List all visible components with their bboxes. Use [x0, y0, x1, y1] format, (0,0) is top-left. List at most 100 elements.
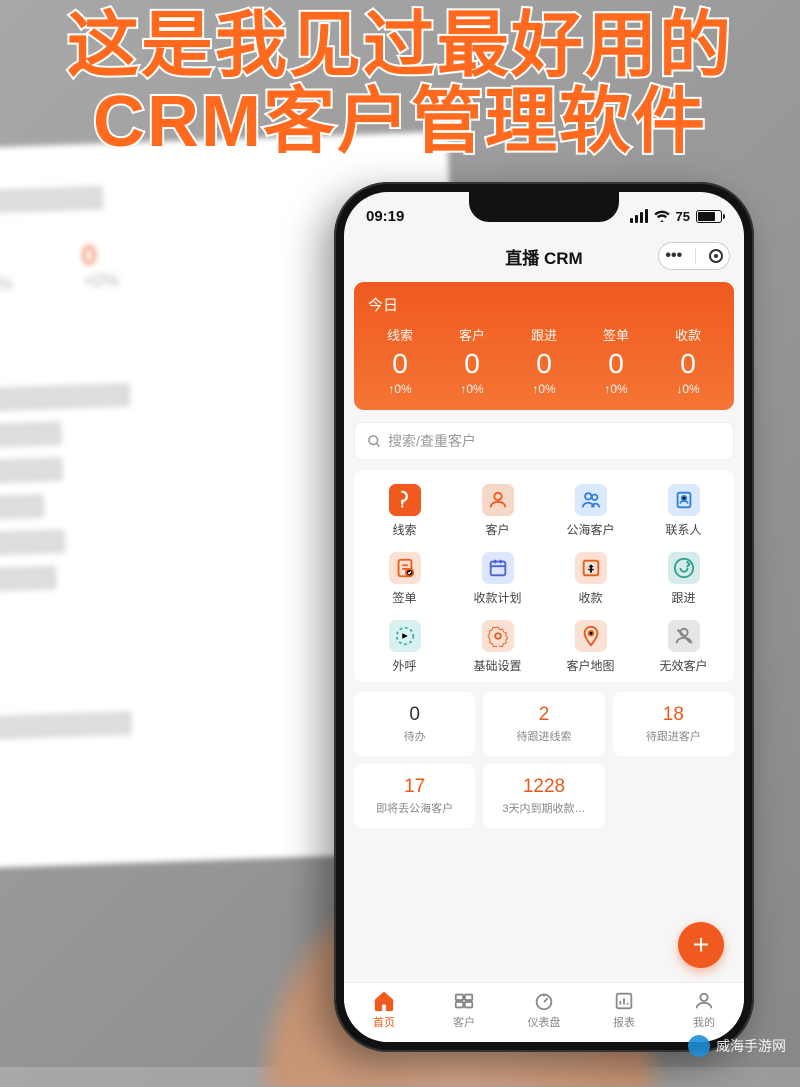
public-pool-icon — [575, 484, 607, 516]
card-4[interactable]: 1228 3天内到期收款… — [483, 764, 604, 828]
search-input[interactable]: 搜索/查重客户 — [354, 422, 734, 460]
settings-icon — [482, 620, 514, 652]
app-label: 线索 — [392, 521, 416, 538]
payment-plan-icon — [482, 552, 514, 584]
metric-label: 跟进 — [508, 325, 580, 344]
app-public-pool[interactable]: 公海客户 — [544, 484, 637, 538]
outbound-icon — [389, 620, 421, 652]
app-label: 客户 — [485, 521, 509, 538]
app-followups[interactable]: 跟进 — [637, 552, 730, 606]
app-label: 公海客户 — [566, 521, 614, 538]
card-value: 0 — [409, 704, 420, 726]
tab-label: 我的 — [693, 1014, 715, 1030]
metric-delta: ↑0% — [508, 382, 580, 396]
app-invalid[interactable]: 无效客户 — [637, 620, 730, 674]
overlay-headline: 这是我见过最好用的 CRM客户管理软件 — [0, 8, 800, 161]
search-placeholder: 搜索/查重客户 — [388, 431, 476, 451]
metric-value: 0 — [508, 348, 580, 380]
title-bar: 直播 CRM ••• — [344, 236, 744, 276]
tab-home[interactable]: 首页 — [344, 983, 424, 1036]
app-label: 客户地图 — [566, 657, 614, 674]
app-label: 基础设置 — [473, 657, 521, 674]
invalid-icon — [668, 620, 700, 652]
app-customers[interactable]: 客户 — [451, 484, 544, 538]
app-leads[interactable]: 线索 — [358, 484, 451, 538]
metric-delta: ↓0% — [652, 382, 724, 396]
metric-value: 0 — [652, 348, 724, 380]
tab-bar: 首页 客户 仪表盘 报表 我的 — [344, 982, 744, 1042]
app-settings[interactable]: 基础设置 — [451, 620, 544, 674]
close-icon[interactable] — [709, 249, 723, 263]
tab-label: 仪表盘 — [528, 1014, 561, 1030]
reports-icon — [613, 990, 635, 1012]
watermark-text: 威海手游网 — [716, 1036, 786, 1056]
card-label: 3天内到期收款… — [502, 800, 585, 816]
metric-label: 客户 — [436, 325, 508, 344]
metric-1[interactable]: 客户 0 ↑0% — [436, 325, 508, 396]
battery-pct: 75 — [676, 209, 690, 224]
metric-delta: ↑0% — [580, 382, 652, 396]
metric-4[interactable]: 收款 0 ↓0% — [652, 325, 724, 396]
miniprogram-capsule[interactable]: ••• — [658, 242, 730, 270]
metric-3[interactable]: 签单 0 ↑0% — [580, 325, 652, 396]
tab-label: 报表 — [613, 1014, 635, 1030]
notch — [469, 192, 619, 222]
me-icon — [693, 990, 715, 1012]
card-value: 1228 — [523, 776, 565, 798]
watermark: 威海手游网 — [688, 1035, 786, 1057]
metric-2[interactable]: 跟进 0 ↑0% — [508, 325, 580, 396]
tab-label: 首页 — [373, 1014, 395, 1030]
app-payment-plan[interactable]: 收款计划 — [451, 552, 544, 606]
card-3[interactable]: 17 即将丢公海客户 — [354, 764, 475, 828]
app-title: 直播 CRM — [505, 244, 582, 269]
metric-label: 收款 — [652, 325, 724, 344]
card-value: 17 — [404, 776, 425, 798]
home-icon — [373, 990, 395, 1012]
app-label: 外呼 — [392, 657, 416, 674]
app-label: 收款 — [578, 589, 602, 606]
tab-me[interactable]: 我的 — [664, 983, 744, 1036]
fab-add-button[interactable]: + — [678, 922, 724, 968]
app-cust-map[interactable]: 客户地图 — [544, 620, 637, 674]
tab-reports[interactable]: 报表 — [584, 983, 664, 1036]
app-contacts[interactable]: 联系人 — [637, 484, 730, 538]
customers-icon — [453, 990, 475, 1012]
cust-map-icon — [575, 620, 607, 652]
wifi-icon — [654, 210, 670, 222]
app-contracts[interactable]: 签单 — [358, 552, 451, 606]
phone-frame: 09:19 75 直播 CRM ••• 今日 线索 0 — [334, 182, 754, 1052]
app-label: 跟进 — [671, 589, 695, 606]
app-grid: 线索 客户 公海客户 联系人 签单 收款计划 收款 跟进 外呼 基础设置 客户地… — [354, 470, 734, 682]
card-value: 18 — [663, 704, 684, 726]
card-label: 即将丢公海客户 — [376, 800, 453, 816]
customers-icon — [482, 484, 514, 516]
metric-value: 0 — [436, 348, 508, 380]
followups-icon — [668, 552, 700, 584]
app-label: 收款计划 — [473, 589, 521, 606]
tab-dashboard[interactable]: 仪表盘 — [504, 983, 584, 1036]
tab-customers[interactable]: 客户 — [424, 983, 504, 1036]
signal-icon — [630, 209, 648, 223]
leads-icon — [389, 484, 421, 516]
dashboard-icon — [533, 990, 555, 1012]
more-icon[interactable]: ••• — [665, 247, 682, 265]
today-summary: 今日 线索 0 ↑0%客户 0 ↑0%跟进 0 ↑0%签单 0 ↑0%收款 0 … — [354, 282, 734, 410]
app-payments[interactable]: 收款 — [544, 552, 637, 606]
card-label: 待跟进线索 — [516, 728, 571, 744]
contacts-icon — [668, 484, 700, 516]
app-outbound[interactable]: 外呼 — [358, 620, 451, 674]
status-time: 09:19 — [366, 208, 404, 225]
tab-label: 客户 — [453, 1014, 475, 1030]
payments-icon — [575, 552, 607, 584]
metric-0[interactable]: 线索 0 ↑0% — [364, 325, 436, 396]
metric-label: 线索 — [364, 325, 436, 344]
summary-period[interactable]: 今日 — [364, 294, 724, 315]
card-2[interactable]: 18 待跟进客户 — [613, 692, 734, 756]
search-icon — [367, 434, 382, 449]
app-label: 联系人 — [665, 521, 701, 538]
card-label: 待办 — [404, 728, 426, 744]
metric-value: 0 — [580, 348, 652, 380]
card-0[interactable]: 0 待办 — [354, 692, 475, 756]
card-1[interactable]: 2 待跟进线索 — [483, 692, 604, 756]
card-value: 2 — [539, 704, 550, 726]
